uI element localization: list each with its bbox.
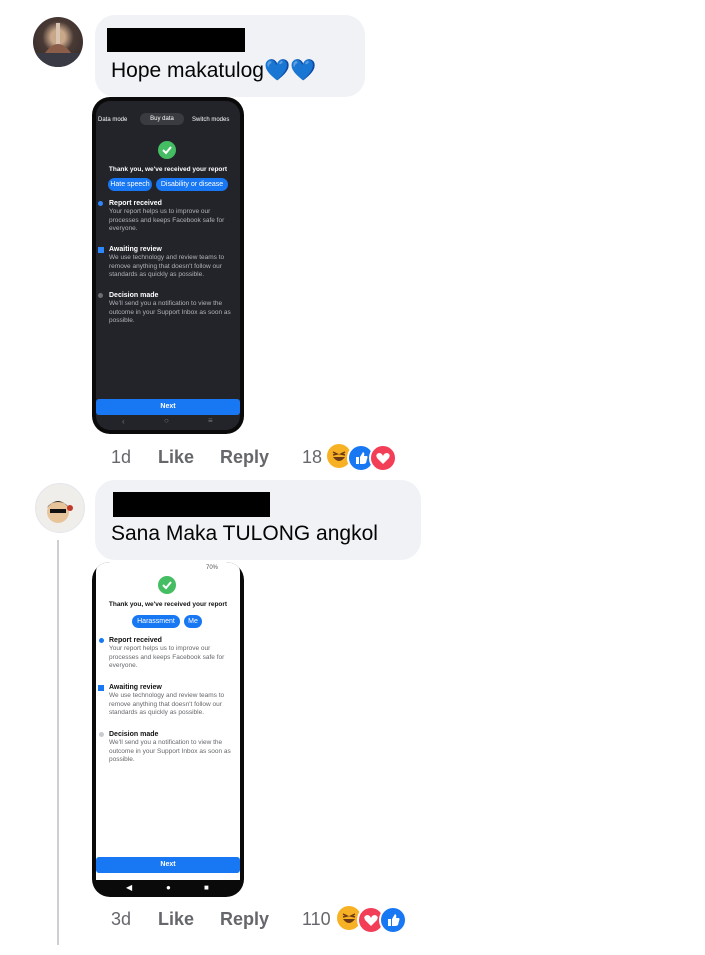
reaction-summary[interactable] <box>327 444 417 472</box>
step-title: Report received <box>109 200 162 207</box>
next-button: Next <box>96 399 240 415</box>
status-battery: 70% <box>206 565 219 571</box>
check-circle-icon <box>158 576 176 594</box>
reply-link[interactable]: Reply <box>220 909 269 930</box>
reply-link[interactable]: Reply <box>220 447 269 468</box>
step-dot-icon <box>99 732 104 737</box>
avatar-figure-icon <box>33 23 83 67</box>
step-title: Report received <box>109 637 162 644</box>
commenter-avatar[interactable] <box>33 17 83 67</box>
next-button: Next <box>96 857 240 873</box>
step-body: We'll send you a notification to view th… <box>109 300 231 324</box>
report-title: Thank you, we've received your report <box>108 166 228 173</box>
reaction-summary[interactable] <box>337 906 427 934</box>
report-title: Thank you, we've received your report <box>108 601 228 608</box>
like-icon <box>379 906 407 934</box>
redacted-author-name <box>113 492 270 517</box>
step-title: Decision made <box>109 731 159 738</box>
thread-line <box>57 540 59 945</box>
pill-harassment: Harassment <box>132 615 180 628</box>
pill-me: Me <box>184 615 202 628</box>
step-dot-icon <box>98 201 103 206</box>
step-progress-icon <box>98 685 104 691</box>
comment-text: Sana Maka TULONG angkol <box>111 522 378 545</box>
tab-data-mode: Data mode <box>98 117 128 123</box>
reaction-count[interactable]: 18 <box>302 447 322 468</box>
step-title: Awaiting review <box>109 246 162 253</box>
commenter-avatar[interactable] <box>35 483 85 533</box>
comment-text: Hope makatulog <box>111 59 264 82</box>
redacted-author-name <box>107 28 245 52</box>
avatar-cartoon-icon <box>47 501 73 523</box>
step-body: We use technology and review teams to re… <box>109 692 225 716</box>
android-nav-bar: ◀ ● ■ <box>126 883 209 892</box>
check-circle-icon <box>158 141 176 159</box>
reaction-count[interactable]: 110 <box>302 909 331 930</box>
attached-screenshot[interactable]: 70% Thank you, we've received your repor… <box>92 562 244 897</box>
blue-heart-emoji: 💙💙 <box>263 59 317 82</box>
pill-hate-speech: Hate speech <box>108 178 152 191</box>
comment-time[interactable]: 3d <box>111 909 131 930</box>
pill-disability: Disability or disease <box>156 178 228 191</box>
step-dot-icon <box>98 293 103 298</box>
android-nav-bar: ‹ ○ ≡ <box>122 416 213 426</box>
tab-buy-data: Buy data <box>140 113 184 125</box>
step-progress-icon <box>98 247 104 253</box>
comment-text-row: Hope makatulog💙💙 <box>111 59 316 83</box>
step-body: Your report helps us to improve our proc… <box>109 208 225 232</box>
love-icon <box>369 444 397 472</box>
attached-screenshot[interactable]: Data mode Buy data Switch modes Thank yo… <box>92 97 244 434</box>
step-body: We use technology and review teams to re… <box>109 254 225 278</box>
step-title: Awaiting review <box>109 684 162 691</box>
comment-bubble: Hope makatulog💙💙 <box>95 15 365 97</box>
step-title: Decision made <box>109 292 159 299</box>
tab-switch-modes: Switch modes <box>192 117 230 123</box>
like-link[interactable]: Like <box>158 909 194 930</box>
like-link[interactable]: Like <box>158 447 194 468</box>
step-dot-icon <box>99 638 104 643</box>
step-body: We'll send you a notification to view th… <box>109 739 231 763</box>
comment-time[interactable]: 1d <box>111 447 131 468</box>
comment-bubble: Sana Maka TULONG angkol <box>95 480 421 560</box>
step-body: Your report helps us to improve our proc… <box>109 645 225 669</box>
